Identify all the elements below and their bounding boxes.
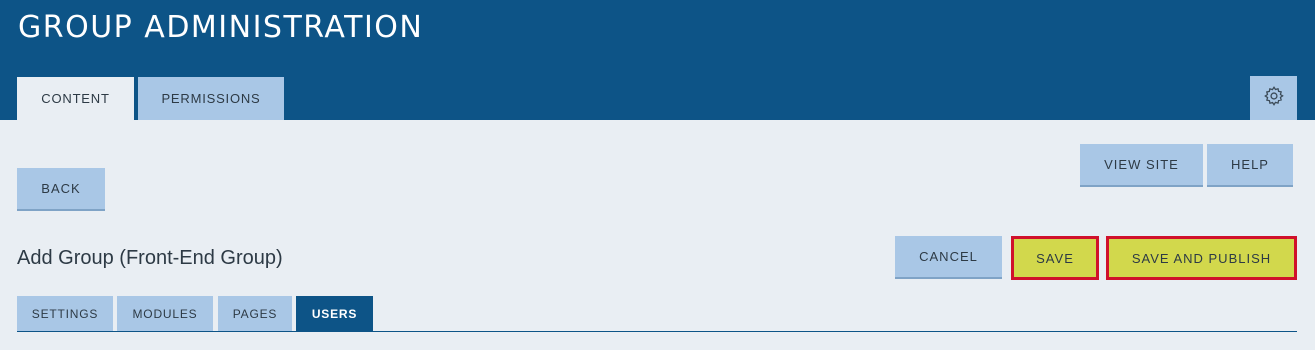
tab-content[interactable]: CONTENT: [17, 77, 134, 120]
view-site-button[interactable]: VIEW SITE: [1080, 144, 1203, 187]
subtab-users[interactable]: USERS: [296, 296, 373, 332]
app-title: GROUP ADMINISTRATION: [18, 10, 424, 45]
header-bar: GROUP ADMINISTRATION CONTENT PERMISSIONS: [0, 0, 1315, 120]
help-button[interactable]: HELP: [1207, 144, 1293, 187]
save-button[interactable]: SAVE: [1011, 236, 1099, 280]
tab-permissions[interactable]: PERMISSIONS: [138, 77, 284, 120]
gear-icon: [1263, 85, 1285, 112]
subtab-divider: [17, 331, 1297, 332]
save-and-publish-button[interactable]: SAVE AND PUBLISH: [1106, 236, 1297, 280]
settings-button[interactable]: [1250, 76, 1297, 120]
subtab-pages[interactable]: PAGES: [218, 296, 292, 332]
page-title: Add Group (Front-End Group): [17, 247, 283, 269]
subtab-settings[interactable]: SETTINGS: [17, 296, 113, 332]
cancel-button[interactable]: CANCEL: [895, 236, 1002, 279]
subtab-modules[interactable]: MODULES: [117, 296, 213, 332]
back-button[interactable]: BACK: [17, 168, 105, 211]
